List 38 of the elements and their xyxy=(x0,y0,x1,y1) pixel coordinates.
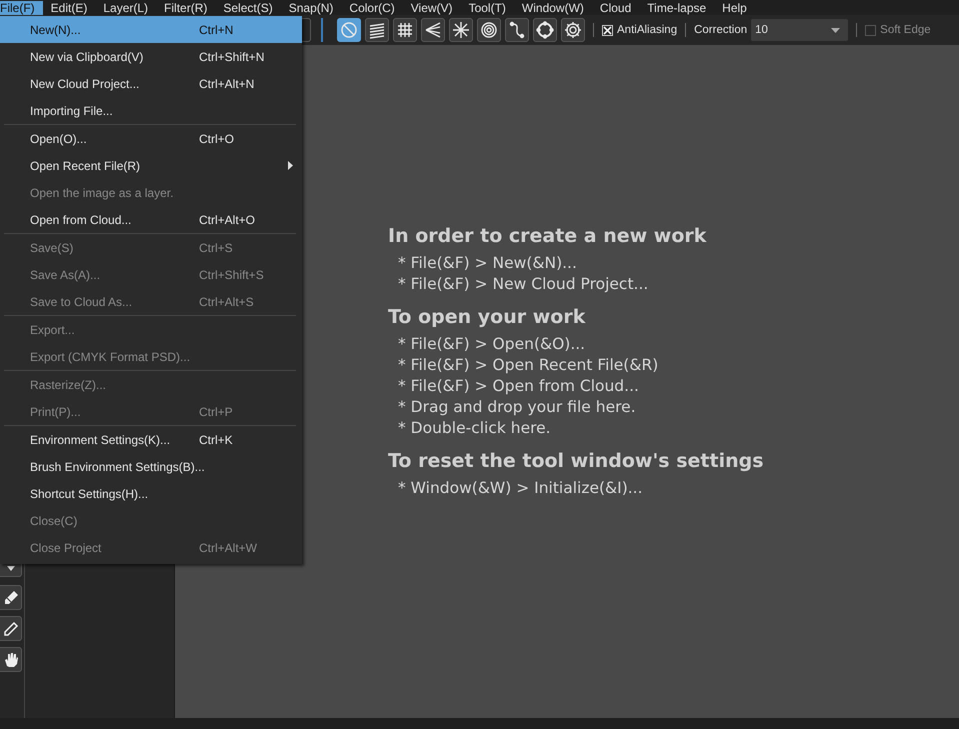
menu-item[interactable]: Open Recent File(R) xyxy=(0,152,302,179)
menu-title[interactable]: Select(S) xyxy=(215,1,281,15)
menu-title[interactable]: Tool(T) xyxy=(460,1,514,15)
menu-item[interactable]: Open(O)... Ctrl+O xyxy=(0,125,302,152)
menu-title[interactable]: Color(C) xyxy=(341,1,403,15)
menu-title[interactable]: Time-lapse xyxy=(639,1,714,15)
help-line: * Double-click here. xyxy=(397,418,552,439)
help-line: * Window(&W) > Initialize(&I)... xyxy=(397,478,644,499)
menu-item[interactable]: Brush Environment Settings(B)... xyxy=(0,453,302,480)
help-line: * Drag and drop your file here. xyxy=(397,397,637,418)
menu-title[interactable]: Filter(R) xyxy=(156,1,216,15)
help-line: * File(&F) > Open from Cloud... xyxy=(397,376,640,397)
help-heading: In order to create a new work xyxy=(388,224,708,249)
menu-title[interactable]: View(V) xyxy=(402,1,461,15)
menu-title[interactable]: Edit(E) xyxy=(42,1,96,15)
help-heading: To open your work xyxy=(388,305,586,330)
menu-title[interactable]: Snap(N) xyxy=(280,1,342,15)
menu-title[interactable]: Help xyxy=(714,1,755,15)
menu-item[interactable]: Environment Settings(K)... Ctrl+K xyxy=(0,426,302,453)
menu-title[interactable]: File(F) xyxy=(0,1,43,15)
help-line: * File(&F) > New Cloud Project... xyxy=(397,274,650,295)
help-line: * File(&F) > Open Recent File(&R) xyxy=(397,355,660,376)
antialiasing-label: AntiAliasing xyxy=(617,24,678,36)
correction-dropdown[interactable]: 10 xyxy=(751,19,848,41)
menu-title[interactable]: Window(W) xyxy=(514,1,592,15)
help-line: * File(&F) > Open(&O)... xyxy=(397,334,586,355)
menu-title[interactable]: Layer(L) xyxy=(95,1,156,15)
menu-item[interactable]: Open from Cloud... Ctrl+Alt+O xyxy=(0,206,302,233)
menu-title[interactable]: Cloud xyxy=(592,1,640,15)
menu-item[interactable]: Shortcut Settings(H)... xyxy=(0,480,302,507)
menu-item[interactable]: Importing File... xyxy=(0,97,302,124)
soft-edge-label: Soft Edge xyxy=(880,24,931,36)
correction-label: Correction xyxy=(694,24,748,36)
menu-item[interactable]: New via Clipboard(V) Ctrl+Shift+N xyxy=(0,43,302,70)
menu-item[interactable]: New Cloud Project... Ctrl+Alt+N xyxy=(0,70,302,97)
help-line: * File(&F) > New(&N)... xyxy=(397,253,578,274)
help-heading: To reset the tool window's settings xyxy=(388,449,765,474)
menu-item[interactable]: New(N)... Ctrl+N xyxy=(0,16,302,43)
